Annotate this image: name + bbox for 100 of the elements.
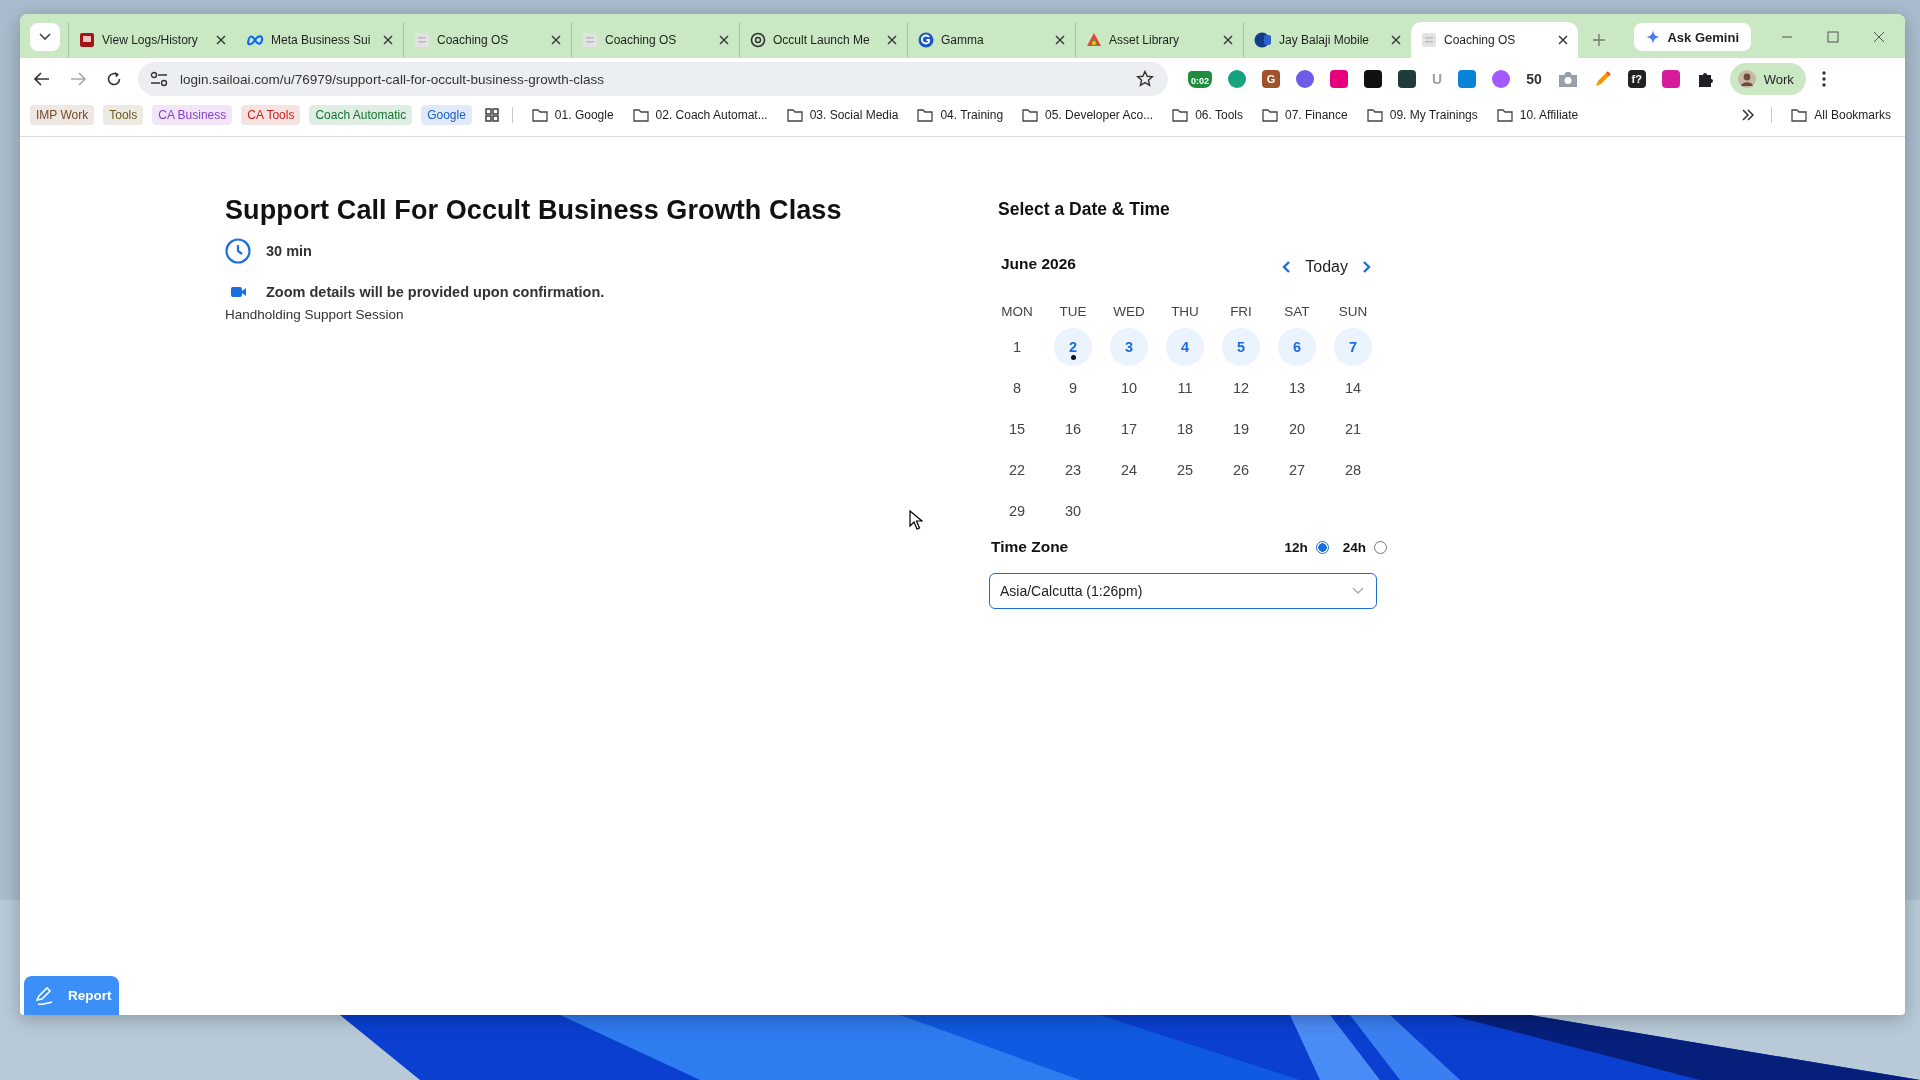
folder-icon [1262, 107, 1278, 123]
timer-badge[interactable]: 0:02 [1188, 70, 1212, 88]
close-icon[interactable] [1558, 35, 1568, 45]
double-chevron-icon[interactable] [1742, 109, 1755, 121]
browser-tab[interactable]: Jay Balaji Mobile [1243, 22, 1411, 58]
extension-icon[interactable] [1661, 70, 1680, 88]
date-text: 28 [1343, 460, 1363, 480]
circle-logo-icon [918, 32, 934, 48]
browser-tab[interactable]: Occult Launch Me [739, 22, 907, 58]
apps-grid-icon[interactable] [484, 108, 499, 122]
chevron-left-icon[interactable] [1282, 261, 1292, 273]
close-icon[interactable] [1055, 35, 1065, 45]
tab-search-button[interactable] [30, 23, 60, 51]
ask-gemini-button[interactable]: Ask Gemini [1634, 23, 1751, 51]
bookmark-folder[interactable]: 05. Developer Aco... [1022, 107, 1154, 123]
page-icon [582, 32, 598, 48]
tab-title: Gamma [941, 33, 985, 47]
camera-icon[interactable] [1557, 70, 1578, 88]
today-button[interactable]: Today [1305, 258, 1348, 276]
profile-button[interactable]: Work [1729, 63, 1806, 95]
folder-icon [1791, 107, 1808, 123]
browser-tab[interactable]: View Logs/History [68, 22, 236, 58]
bookmark-chip[interactable]: Tools [103, 105, 144, 125]
tab-title: Coaching OS [605, 33, 678, 47]
tab-title: Jay Balaji Mobile [1279, 33, 1371, 47]
extension-icon[interactable]: G [1262, 70, 1280, 88]
section-heading: Select a Date & Time [998, 199, 1171, 220]
date-text: 1 [1011, 337, 1023, 357]
extension-icon[interactable] [1296, 70, 1314, 88]
timezone-dropdown[interactable]: Asia/Calcutta (1:26pm) [989, 573, 1377, 609]
browser-tab[interactable]: Meta Business Sui [236, 22, 403, 58]
date-text: 13 [1287, 378, 1307, 398]
reload-icon[interactable] [106, 71, 122, 87]
close-icon[interactable] [1391, 35, 1401, 45]
chevron-right-icon[interactable] [1362, 261, 1371, 273]
pen-icon[interactable] [1593, 70, 1612, 88]
bookmark-chip[interactable]: CA Tools [241, 105, 301, 125]
folder-icon [786, 107, 803, 123]
all-bookmarks-folder[interactable]: All Bookmarks [1791, 107, 1891, 123]
weekday-label: SAT [1283, 303, 1311, 321]
browser-tab[interactable]: Coaching OS [571, 22, 739, 58]
bookmark-folder[interactable]: 09. My Trainings [1366, 107, 1478, 123]
date-text: 12 [1231, 378, 1251, 398]
extension-icon[interactable]: f? [1627, 70, 1646, 88]
star-icon[interactable] [1136, 70, 1154, 88]
chevron-down-icon [39, 33, 51, 41]
browser-tab[interactable]: Coaching OS [403, 22, 571, 58]
browser-tab[interactable]: Gamma [907, 22, 1075, 58]
date-button[interactable]: 7 [1334, 327, 1372, 366]
date-button[interactable]: 4 [1166, 327, 1204, 366]
bookmark-folder[interactable]: 03. Social Media [786, 107, 899, 123]
date-text: 18 [1175, 419, 1195, 439]
badge-logo-icon [1254, 32, 1272, 48]
bookmark-chip[interactable]: IMP Work [30, 105, 95, 125]
bookmark-chip[interactable]: Coach Automatic [309, 105, 413, 125]
extension-icon[interactable] [1364, 70, 1382, 88]
date-text: 9 [1067, 378, 1079, 398]
duration-text: 30 min [266, 243, 312, 259]
date-button[interactable]: 5 [1222, 327, 1260, 366]
bookmark-chip[interactable]: Google [421, 105, 472, 125]
date-button[interactable]: 3 [1110, 327, 1148, 366]
close-icon[interactable] [551, 35, 561, 45]
date-text: 25 [1175, 460, 1195, 480]
bookmark-folder[interactable]: 04. Training [917, 107, 1004, 123]
weekday-label: MON [1000, 303, 1034, 321]
close-icon[interactable] [719, 35, 729, 45]
address-bar[interactable]: login.sailoai.com/u/76979/support-call-for-occult-business-growth-class [138, 62, 1168, 96]
field-label: Time Zone [991, 538, 1069, 556]
radio-label: 12h [1284, 539, 1308, 555]
browser-tab[interactable]: Coaching OS [1411, 22, 1578, 58]
log-icon [79, 32, 95, 48]
radio-button[interactable] [1315, 540, 1329, 554]
close-icon[interactable] [1873, 31, 1885, 43]
close-icon[interactable] [1223, 35, 1233, 45]
bookmark-chip[interactable]: CA Business [152, 105, 233, 125]
close-icon[interactable] [216, 35, 226, 45]
date-button[interactable]: 2 [1054, 327, 1092, 366]
browser-tab[interactable]: Asset Library [1075, 22, 1243, 58]
radio-label: 24h [1342, 539, 1366, 555]
bookmark-folder[interactable]: 10. Affiliate [1496, 107, 1579, 123]
weekday-label: SUN [1337, 303, 1369, 321]
extension-icon[interactable]: 50 [1526, 71, 1542, 87]
event-title: Support Call For Occult Business Growth Class [225, 195, 843, 226]
bookmark-folder[interactable]: 02. Coach Automat... [632, 107, 768, 123]
date-button[interactable]: 6 [1278, 327, 1316, 366]
bookmark-folder[interactable]: 07. Finance [1262, 107, 1348, 123]
tab-title: Asset Library [1109, 33, 1181, 47]
folder-icon [1022, 107, 1039, 123]
radio-button[interactable] [1374, 540, 1387, 554]
close-icon[interactable] [383, 35, 393, 45]
tab-title: Coaching OS [1444, 33, 1517, 47]
back-arrow-icon[interactable] [34, 72, 50, 86]
maximize-icon[interactable] [1827, 31, 1839, 43]
folder-icon [632, 107, 649, 123]
close-icon[interactable] [887, 35, 897, 45]
site-settings-icon[interactable] [150, 71, 168, 87]
extension-icon[interactable] [1398, 70, 1416, 88]
bookmark-folder[interactable]: 01. Google [531, 107, 614, 123]
menu-icon[interactable] [1821, 71, 1826, 87]
bookmark-folder[interactable]: 06. Tools [1172, 107, 1243, 123]
